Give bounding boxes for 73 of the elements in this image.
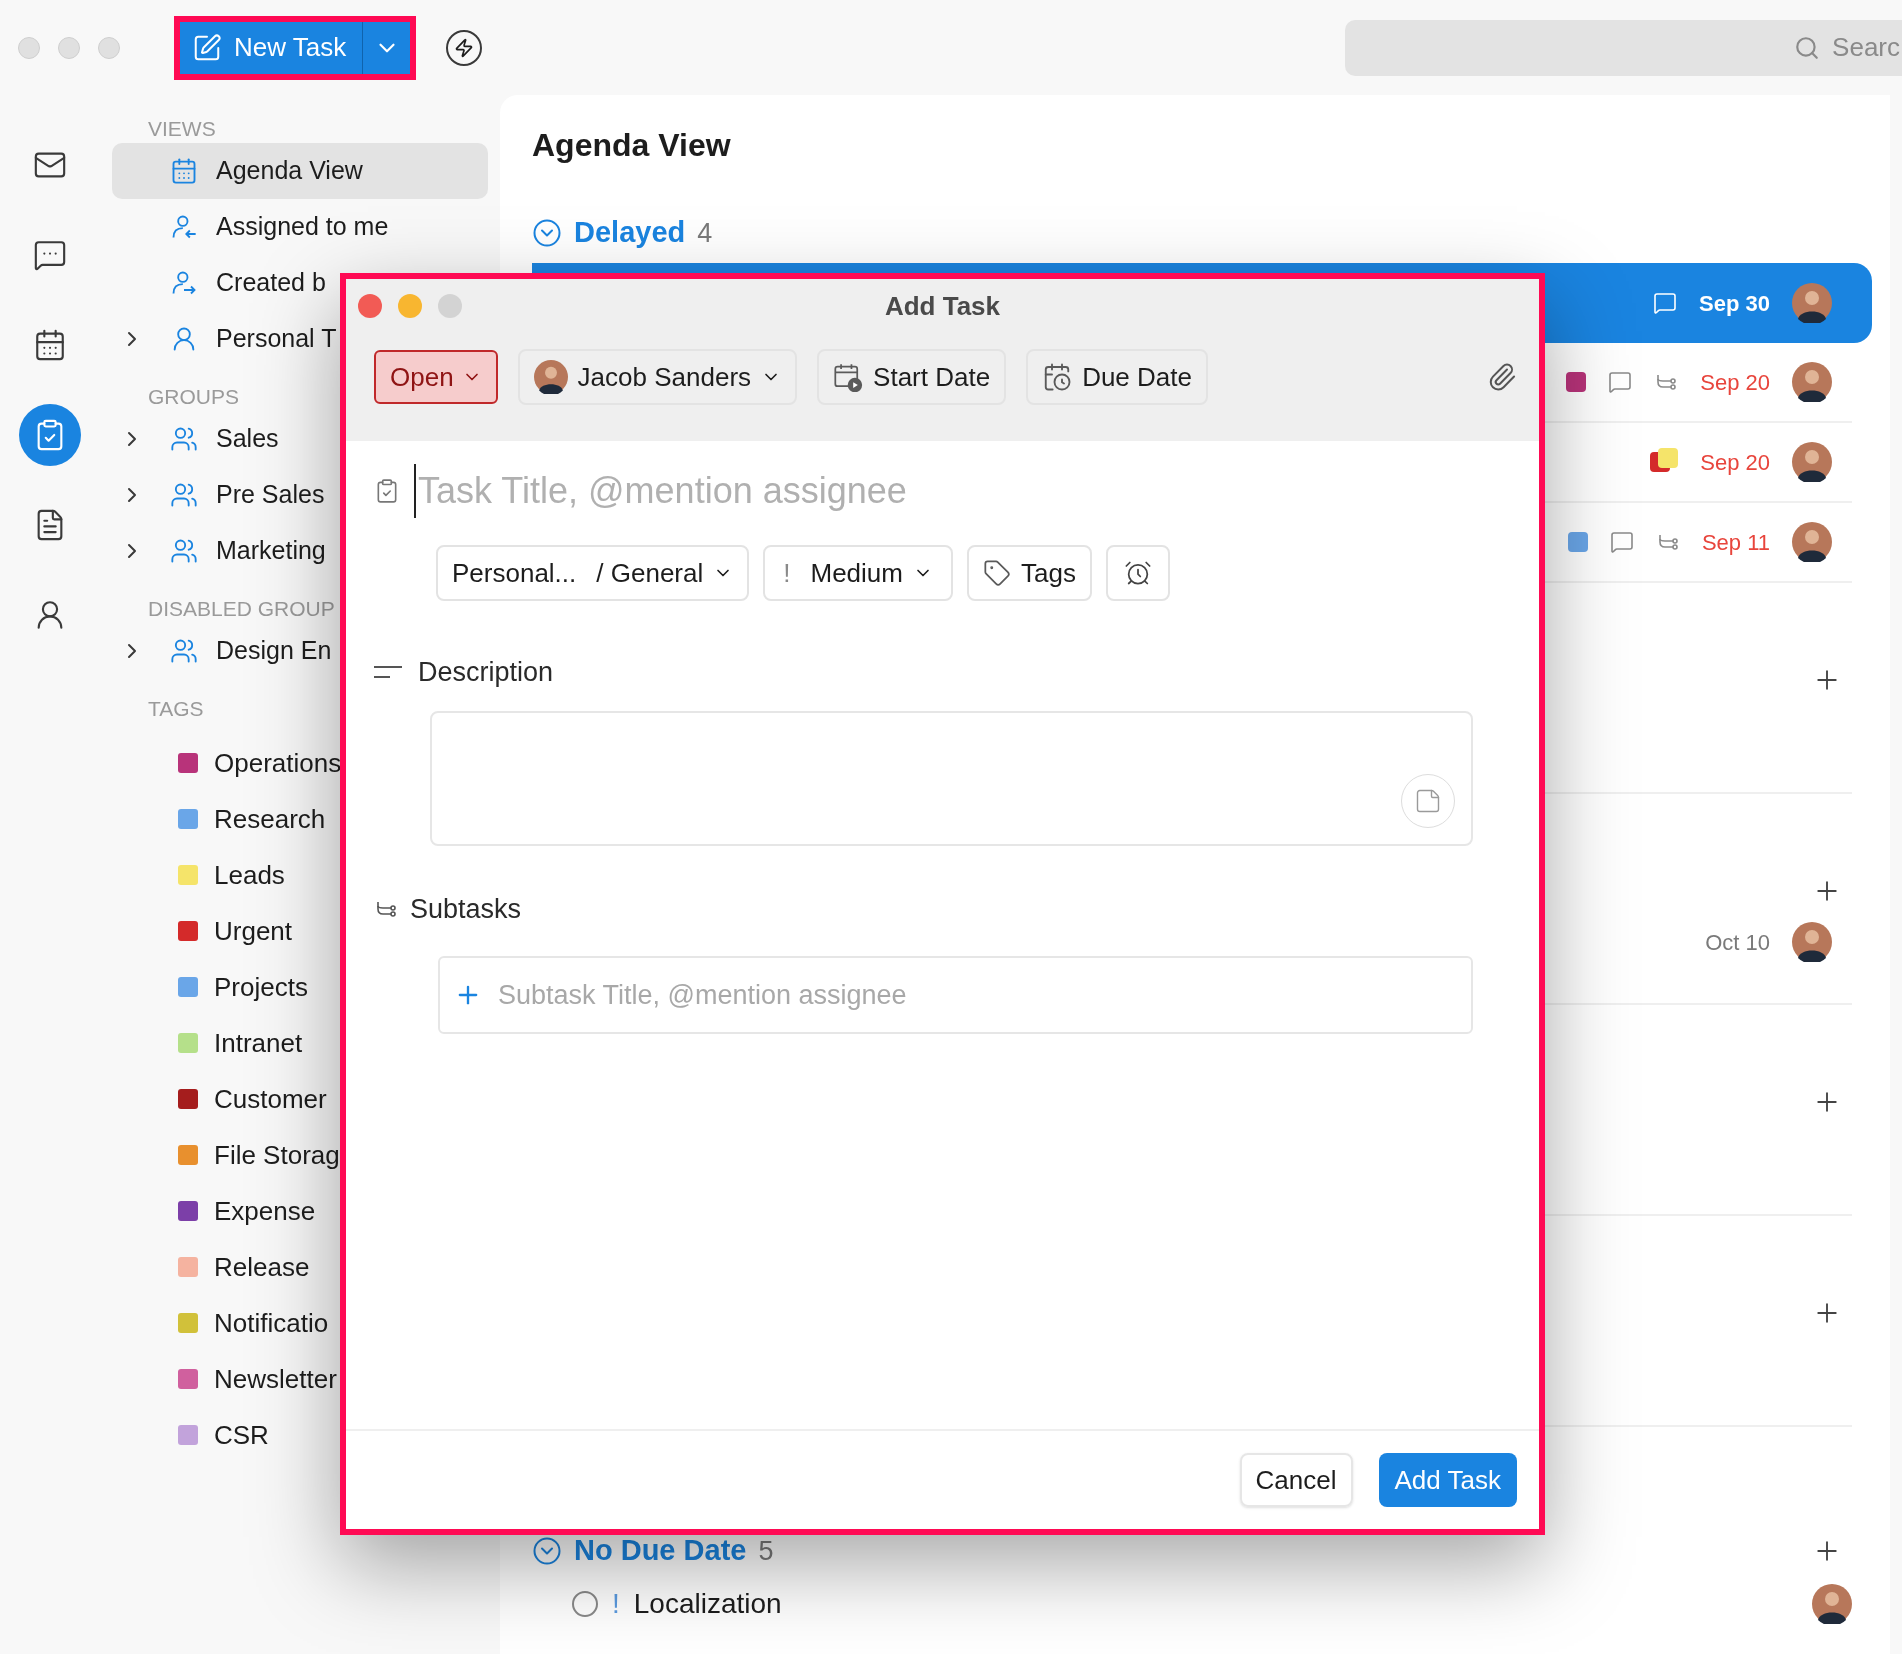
avatar (1792, 922, 1832, 962)
sidebar-tag[interactable]: File Storag (112, 1127, 488, 1183)
sidebar-item[interactable]: Agenda View (112, 143, 488, 199)
person-arrow-in-icon (170, 213, 198, 241)
avatar (1792, 522, 1832, 562)
group-title: No Due Date (574, 1533, 747, 1569)
page-title: Agenda View (532, 126, 732, 165)
section-label: Subtasks (410, 892, 522, 926)
collapse-icon[interactable] (532, 218, 562, 248)
section-label: Description (418, 655, 554, 689)
sidebar-tag[interactable]: Newsletter (112, 1351, 488, 1407)
person-arrow-out-icon (170, 269, 198, 297)
avatar (1792, 283, 1832, 323)
calendar-clock-icon (1042, 362, 1073, 392)
sidebar-tag[interactable]: CSR (112, 1407, 488, 1463)
avatar (1792, 362, 1832, 402)
calendar-icon (170, 157, 198, 185)
task-title-field[interactable]: Task Title, @mention assignee (414, 464, 1473, 518)
due-date: Sep 20 (1700, 448, 1770, 477)
section-heading: GROUPS (147, 384, 240, 410)
sidebar-tag[interactable]: Expense (112, 1183, 488, 1239)
dialog-title: Add Task (884, 289, 1001, 323)
alarm-clock-icon (1123, 559, 1152, 587)
section-heading: DISABLED GROUP (147, 596, 336, 622)
due-date: Sep 30 (1699, 289, 1770, 318)
compose-icon (192, 32, 222, 63)
sidebar-item[interactable]: Assigned to me (112, 199, 488, 255)
close-window-button[interactable] (358, 294, 382, 318)
status-dropdown[interactable]: Open (374, 350, 498, 404)
search-icon (1794, 34, 1821, 61)
due-date: Oct 10 (1705, 928, 1770, 957)
group-icon (170, 637, 198, 665)
group-icon (170, 537, 198, 565)
calendar-play-icon (833, 362, 864, 392)
task-checkbox[interactable] (572, 1591, 598, 1617)
avatar (1792, 442, 1832, 482)
tags-button[interactable]: Tags (966, 545, 1092, 601)
group-icon (170, 425, 198, 453)
new-task-button[interactable]: New Task (180, 21, 363, 74)
start-date-button[interactable]: Start Date (817, 349, 1007, 405)
avatar (1812, 1584, 1852, 1624)
priority-mark: ! (612, 1587, 620, 1621)
due-date-button[interactable]: Due Date (1026, 349, 1208, 405)
sidebar-tag[interactable]: Operations (112, 735, 488, 791)
paperclip-icon[interactable] (1487, 362, 1517, 392)
assignee-dropdown[interactable]: Jacob Sanders (517, 349, 798, 405)
sidebar-tag[interactable]: Research (112, 791, 488, 847)
avatar (533, 360, 568, 394)
sidebar-tag[interactable]: Notificatio (112, 1295, 488, 1351)
cancel-button[interactable]: Cancel (1239, 1453, 1353, 1507)
add-task-button[interactable]: Add Task (1378, 1453, 1517, 1507)
collapse-icon[interactable] (532, 1536, 562, 1566)
due-date: Sep 11 (1701, 528, 1770, 557)
reminder-button[interactable] (1105, 545, 1170, 601)
project-dropdown[interactable]: Personal... / General (436, 545, 750, 601)
sidebar-item[interactable]: Created b (112, 255, 488, 311)
task-title[interactable]: Localization (633, 1583, 782, 1625)
description-field[interactable] (430, 711, 1473, 846)
group-count: 4 (697, 216, 713, 250)
lightning-icon[interactable] (446, 29, 483, 66)
due-date: Sep 20 (1700, 368, 1770, 397)
sidebar-tag[interactable]: Customer (112, 1071, 488, 1127)
group-count: 5 (758, 1534, 774, 1568)
priority-dropdown[interactable]: ! Medium (763, 545, 953, 601)
group-title: Delayed (574, 215, 686, 251)
sidebar-item[interactable]: Sales (112, 411, 488, 467)
description-icon (374, 664, 402, 680)
section-heading: VIEWS (147, 116, 217, 142)
section-heading: TAGS (147, 696, 205, 722)
group-icon (170, 481, 198, 509)
subtask-field[interactable]: Subtask Title, @mention assignee (438, 956, 1473, 1034)
sidebar-tag[interactable]: Release (112, 1239, 488, 1295)
tag-icon (982, 559, 1011, 587)
